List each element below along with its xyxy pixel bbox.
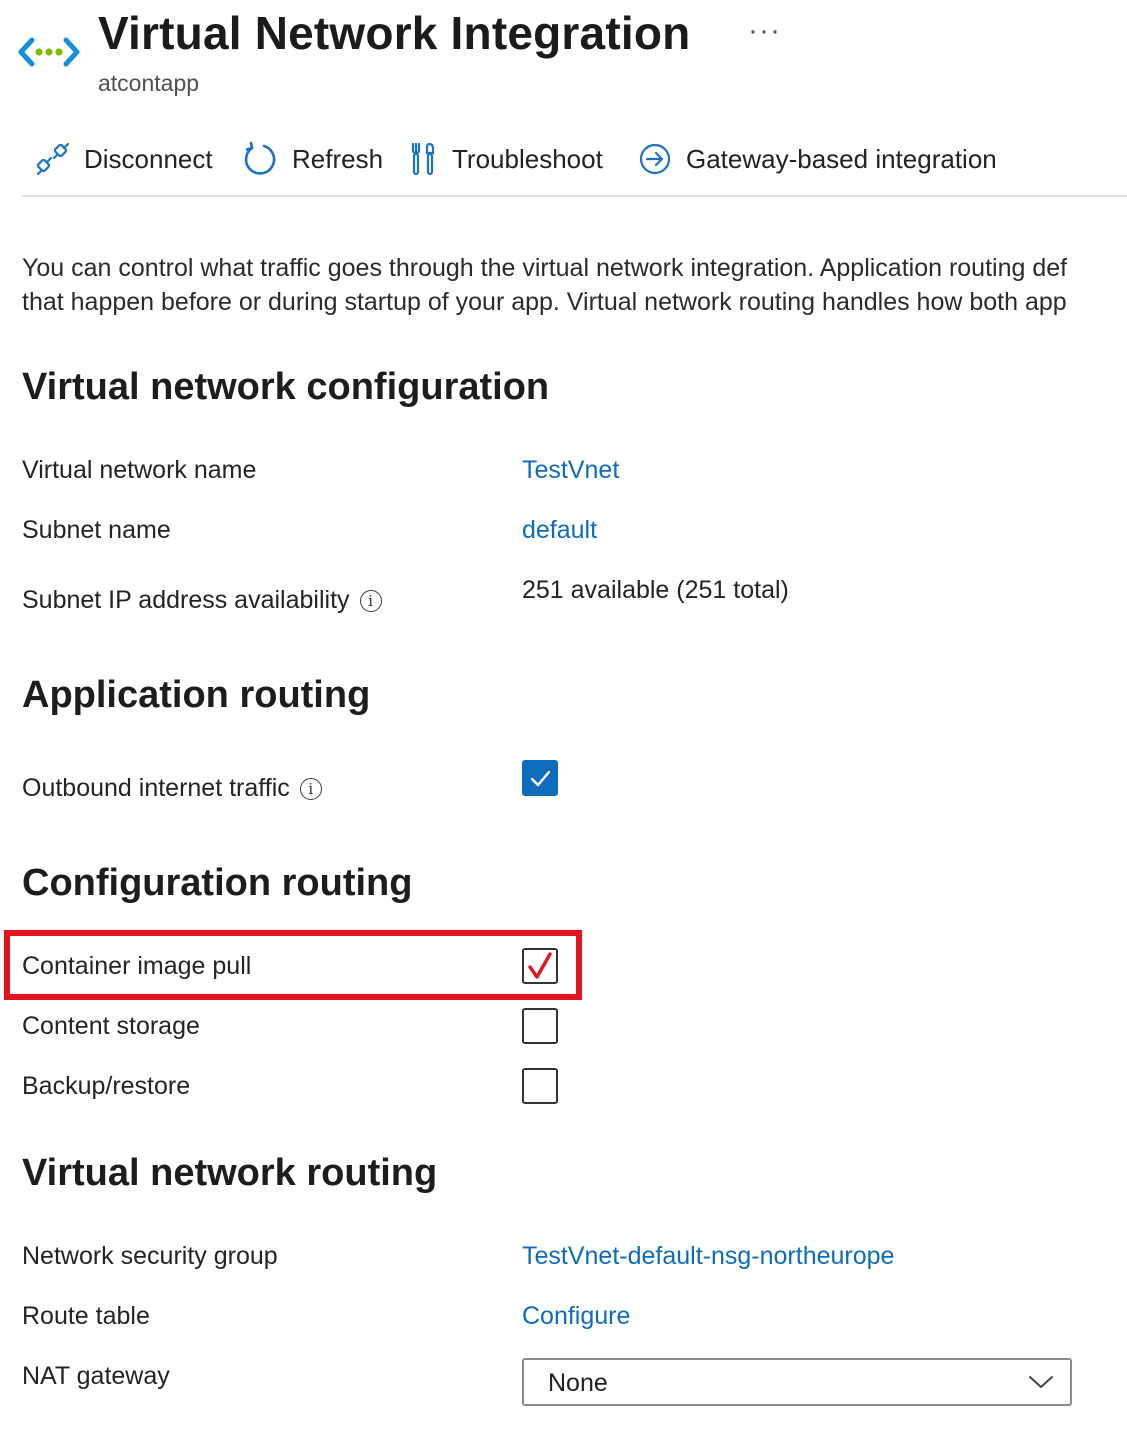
info-icon[interactable]: i [299,777,322,800]
subnet-name-label: Subnet name [22,516,171,544]
nsg-label: Network security group [22,1242,278,1270]
info-icon[interactable]: i [359,589,382,612]
subnet-ip-availability-value: 251 available (251 total) [522,576,789,604]
subnet-ip-availability-label: Subnet IP address availability [22,586,350,614]
outbound-internet-traffic-label: Outbound internet traffic [22,774,290,802]
arrow-circle-right-icon [639,143,671,175]
nat-gateway-label: NAT gateway [22,1362,170,1390]
red-checkmark-icon [528,952,552,979]
checkmark-icon [530,770,551,787]
troubleshoot-button[interactable]: Troubleshoot [410,136,603,182]
application-routing-heading: Application routing [22,674,371,716]
content-storage-label: Content storage [22,1012,200,1040]
disconnect-button[interactable]: Disconnect [36,136,213,182]
refresh-icon [244,141,276,175]
disconnect-plug-icon [36,142,70,176]
resource-name: atcontapp [98,70,200,96]
subnet-ip-availability-row-label: Subnet IP address availability i [22,586,382,615]
disconnect-label: Disconnect [84,143,213,174]
vnet-configuration-heading: Virtual network configuration [22,366,550,408]
page-title: Virtual Network Integration [98,7,691,59]
chevron-down-icon [1029,1376,1053,1388]
vnet-name-label: Virtual network name [22,456,257,484]
vnet-name-link[interactable]: TestVnet [522,456,619,485]
troubleshoot-label: Troubleshoot [452,143,603,174]
refresh-button[interactable]: Refresh [242,136,383,182]
nat-gateway-selected-value: None [548,1369,608,1397]
backup-restore-label: Backup/restore [22,1072,191,1100]
refresh-label: Refresh [292,143,384,174]
container-image-pull-label: Container image pull [22,952,252,980]
nat-gateway-dropdown[interactable]: None [522,1358,1072,1406]
nsg-link[interactable]: TestVnet-default-nsg-northeurope [522,1242,894,1271]
outbound-internet-traffic-checkbox[interactable] [522,760,558,796]
route-table-configure-link[interactable]: Configure [522,1302,630,1331]
gateway-integration-button[interactable]: Gateway-based integration [638,136,997,182]
subnet-name-link[interactable]: default [522,516,597,545]
route-table-label: Route table [22,1302,150,1330]
toolbar-divider [22,195,1127,197]
vnet-routing-heading: Virtual network routing [22,1152,438,1194]
more-options-button[interactable]: ··· [748,14,781,48]
description-line-1: You can control what traffic goes throug… [22,254,1068,282]
content-storage-checkbox[interactable] [522,1008,558,1044]
configuration-routing-heading: Configuration routing [22,862,413,904]
virtual-network-icon [18,37,80,67]
outbound-traffic-row-label: Outbound internet traffic i [22,774,322,803]
container-image-pull-checkbox[interactable] [522,948,558,984]
troubleshoot-icon [411,142,435,176]
gateway-integration-label: Gateway-based integration [686,143,997,174]
backup-restore-checkbox[interactable] [522,1068,558,1104]
description-line-2: that happen before or during startup of … [22,288,1067,316]
